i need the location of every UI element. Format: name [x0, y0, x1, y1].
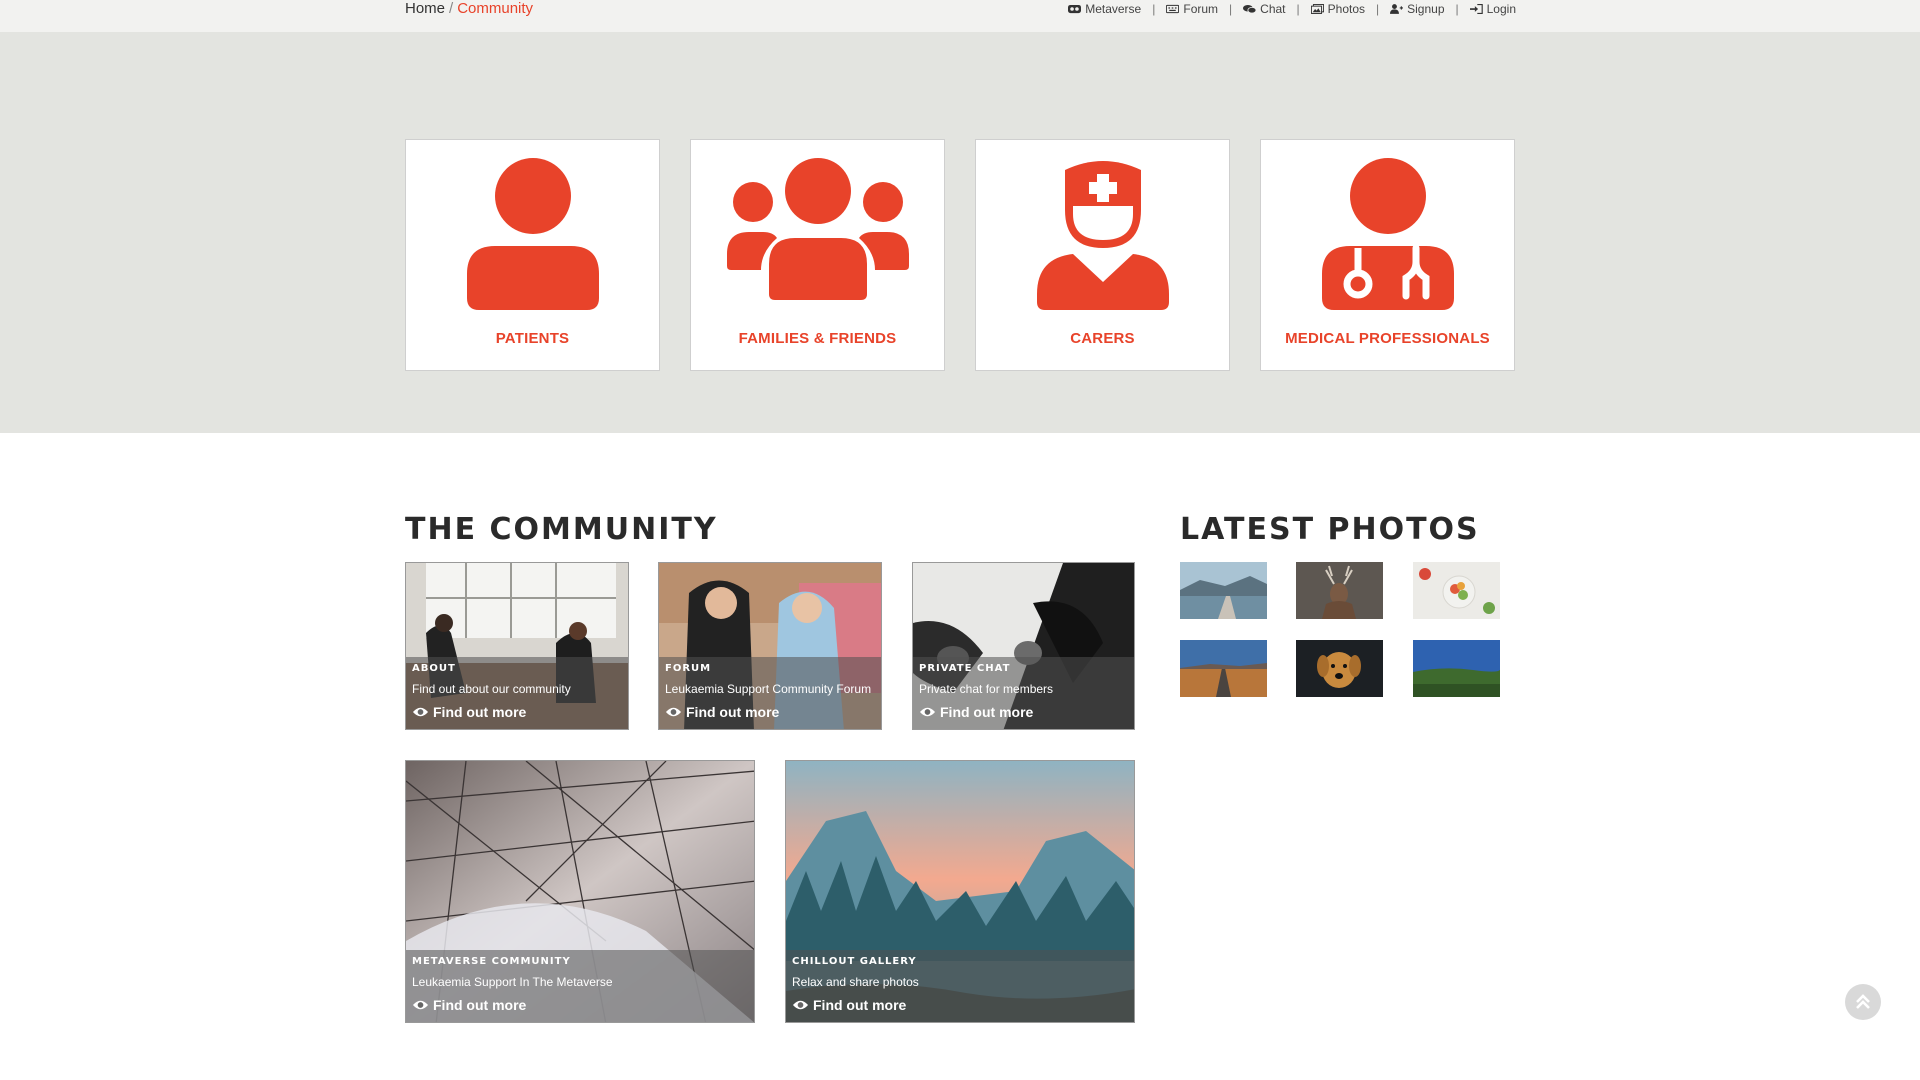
category-card-patients[interactable]: PATIENTS [405, 139, 660, 371]
category-card-families-friends[interactable]: FAMILIES & FRIENDS [690, 139, 945, 371]
tile-caption: METAVERSE COMMUNITY Leukaemia Support In… [406, 950, 754, 1022]
nav-signup-label: Signup [1407, 2, 1445, 16]
nav-login-label: Login [1486, 2, 1516, 16]
category-card-carers[interactable]: CARERS [975, 139, 1230, 371]
tile-subtitle: Relax and share photos [792, 975, 919, 989]
nav-photos[interactable]: Photos [1310, 2, 1365, 16]
find-out-more-link[interactable]: Find out more [665, 704, 875, 720]
photo-thumbnail-deer[interactable] [1296, 562, 1383, 619]
tile-title: CHILLOUT GALLERY [792, 956, 917, 967]
user-plus-icon [1390, 4, 1404, 14]
community-tile-about[interactable]: ABOUT Find out about our community Find … [405, 562, 629, 730]
nav-login[interactable]: Login [1469, 2, 1516, 16]
scroll-to-top-button[interactable] [1845, 984, 1881, 1020]
photo-thumbnail-dog[interactable] [1296, 640, 1383, 697]
tile-subtitle: Find out about our community [412, 682, 571, 696]
find-out-more-link[interactable]: Find out more [792, 997, 1128, 1013]
nav-metaverse-label: Metaverse [1085, 2, 1142, 16]
photo-thumbnail-landscape[interactable] [1413, 640, 1500, 697]
category-label: PATIENTS [495, 330, 570, 347]
find-out-more-link[interactable]: Find out more [919, 704, 1128, 720]
category-label: CARERS [1070, 330, 1135, 347]
breadcrumb: Home / Community [405, 0, 533, 20]
tile-caption: FORUM Leukaemia Support Community Forum … [659, 657, 881, 729]
breadcrumb-separator: / [449, 0, 454, 17]
comments-icon [1243, 4, 1257, 14]
users-icon [726, 158, 909, 300]
tile-subtitle: Leukaemia Support In The Metaverse [412, 975, 613, 989]
doctor-icon [1321, 158, 1454, 310]
find-out-more-label: Find out more [686, 704, 780, 720]
community-tile-metaverse[interactable]: METAVERSE COMMUNITY Leukaemia Support In… [405, 760, 755, 1023]
tile-title: PRIVATE CHAT [919, 663, 1011, 674]
tile-subtitle: Private chat for members [919, 682, 1054, 696]
keyboard-icon [1166, 4, 1180, 14]
latest-photos-title: LATEST PHOTOS [1180, 512, 1480, 547]
find-out-more-link[interactable]: Find out more [412, 997, 748, 1013]
double-chevron-up-icon [1856, 994, 1870, 1009]
nav-photos-label: Photos [1327, 2, 1365, 16]
find-out-more-link[interactable]: Find out more [412, 704, 622, 720]
tile-caption: ABOUT Find out about our community Find … [406, 657, 628, 729]
category-card-medical-professionals[interactable]: MEDICAL PROFESSIONALS [1260, 139, 1515, 371]
tile-subtitle: Leukaemia Support Community Forum [665, 682, 872, 696]
tile-title: FORUM [665, 663, 712, 674]
find-out-more-label: Find out more [433, 704, 527, 720]
community-tile-private-chat[interactable]: PRIVATE CHAT Private chat for members Fi… [912, 562, 1135, 730]
photo-thumbnail-salad[interactable] [1413, 562, 1500, 619]
photo-thumbnail-lake[interactable] [1180, 562, 1267, 619]
find-out-more-label: Find out more [813, 997, 907, 1013]
category-label: FAMILIES & FRIENDS [738, 330, 897, 347]
eye-icon [665, 707, 682, 717]
tile-title: ABOUT [412, 663, 456, 674]
nav-chat[interactable]: Chat [1243, 2, 1286, 16]
nav-forum[interactable]: Forum [1166, 2, 1218, 16]
community-tile-chillout-gallery[interactable]: CHILLOUT GALLERY Relax and share photos … [785, 760, 1135, 1023]
vr-headset-icon [1068, 4, 1082, 14]
eye-icon [919, 707, 936, 717]
top-nav: Metaverse | Forum | Chat | Photos | Sign… [1068, 2, 1516, 16]
category-label: MEDICAL PROFESSIONALS [1285, 330, 1490, 347]
nav-forum-label: Forum [1183, 2, 1219, 16]
top-bar: Home / Community Metaverse | Forum | Chat … [0, 0, 1920, 32]
nav-signup[interactable]: Signup [1390, 2, 1445, 16]
find-out-more-label: Find out more [940, 704, 1034, 720]
photo-thumbnail-road[interactable] [1180, 640, 1267, 697]
category-hero: PATIENTS FAMILIES & FRIENDS CARERS MEDIC… [0, 32, 1920, 433]
sign-in-icon [1469, 3, 1483, 15]
tile-caption: CHILLOUT GALLERY Relax and share photos … [786, 950, 1134, 1022]
user-icon [466, 158, 599, 310]
tile-caption: PRIVATE CHAT Private chat for members Fi… [913, 657, 1134, 729]
nav-chat-label: Chat [1260, 2, 1286, 16]
find-out-more-label: Find out more [433, 997, 527, 1013]
breadcrumb-current: Community [457, 0, 534, 17]
eye-icon [792, 1000, 809, 1010]
nav-metaverse[interactable]: Metaverse [1068, 2, 1141, 16]
tile-title: METAVERSE COMMUNITY [412, 956, 571, 967]
eye-icon [412, 1000, 429, 1010]
nurse-icon [1036, 161, 1169, 310]
images-icon [1310, 4, 1324, 14]
community-title: THE COMMUNITY [405, 512, 718, 547]
breadcrumb-home[interactable]: Home [405, 0, 445, 17]
eye-icon [412, 707, 429, 717]
community-tile-forum[interactable]: FORUM Leukaemia Support Community Forum … [658, 562, 882, 730]
